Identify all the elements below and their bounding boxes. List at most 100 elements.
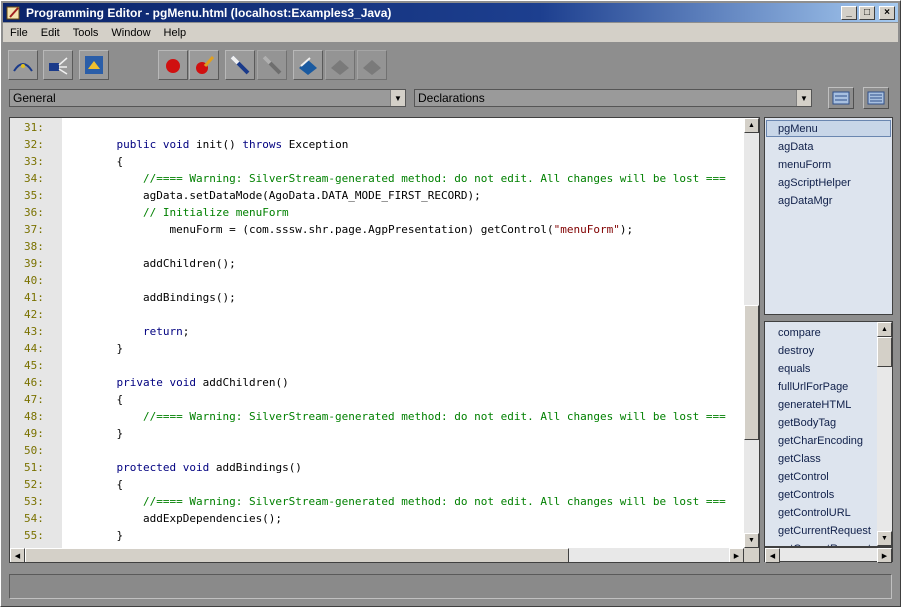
code-line[interactable]: 40: bbox=[10, 272, 744, 289]
code-text: agData.setDataMode(AgoData.DATA_MODE_FIR… bbox=[90, 187, 481, 204]
method-item[interactable]: fullUrlForPage bbox=[778, 378, 848, 396]
method-item[interactable]: getCurrentRequest bbox=[778, 522, 871, 540]
methods-horizontal-scrollbar[interactable]: ◀ ▶ bbox=[764, 547, 893, 563]
title-bar[interactable]: Programming Editor - pgMenu.html (localh… bbox=[3, 3, 898, 22]
code-line[interactable]: 48: //==== Warning: SilverStream-generat… bbox=[10, 408, 744, 425]
code-line[interactable]: 49: } bbox=[10, 425, 744, 442]
comment-token: //==== Warning: SilverStream-generated m… bbox=[142, 410, 726, 423]
object-item[interactable]: menuForm bbox=[778, 156, 831, 174]
code-line[interactable]: 54: addExpDependencies(); bbox=[10, 510, 744, 527]
code-line[interactable]: 55: } bbox=[10, 527, 744, 544]
object-item[interactable]: agScriptHelper bbox=[778, 174, 851, 192]
method-item[interactable]: getCurrentRequest bbox=[778, 540, 871, 546]
code-line[interactable]: 52: { bbox=[10, 476, 744, 493]
line-number: 53: bbox=[24, 495, 44, 508]
scroll-right-icon[interactable]: ▶ bbox=[877, 548, 892, 563]
menu-help[interactable]: Help bbox=[157, 27, 193, 39]
code-line[interactable]: 39: addChildren(); bbox=[10, 255, 744, 272]
code-line[interactable]: 43: return; bbox=[10, 323, 744, 340]
horizontal-scroll-thumb[interactable] bbox=[25, 548, 569, 562]
scroll-left-icon[interactable]: ◀ bbox=[765, 548, 780, 563]
bookmark-button[interactable] bbox=[293, 50, 323, 80]
code-line[interactable]: 50: bbox=[10, 442, 744, 459]
code-editor[interactable]: 31: 32: public void init() throws Excepti… bbox=[9, 117, 760, 563]
chevron-down-icon[interactable]: ▼ bbox=[390, 90, 405, 106]
code-line[interactable]: 35: agData.setDataMode(AgoData.DATA_MODE… bbox=[10, 187, 744, 204]
close-button[interactable]: × bbox=[879, 5, 895, 20]
scroll-up-icon[interactable]: ▲ bbox=[744, 118, 759, 133]
method-item[interactable]: getBodyTag bbox=[778, 414, 836, 432]
code-token: addChildren() bbox=[195, 376, 289, 389]
deploy-button[interactable] bbox=[79, 50, 109, 80]
object-selector[interactable]: General ▼ bbox=[9, 89, 406, 107]
code-line[interactable]: 33: { bbox=[10, 153, 744, 170]
line-number: 43: bbox=[24, 325, 44, 338]
menu-file[interactable]: File bbox=[3, 27, 34, 39]
full-module-view-button[interactable] bbox=[863, 87, 889, 109]
editor-horizontal-scrollbar[interactable]: ◀ ▶ bbox=[10, 548, 744, 562]
menu-edit[interactable]: Edit bbox=[34, 27, 66, 39]
code-line[interactable]: 51: protected void addBindings() bbox=[10, 459, 744, 476]
method-item[interactable]: getCharEncoding bbox=[778, 432, 863, 450]
next-bookmark-button[interactable] bbox=[357, 50, 387, 80]
minimize-button[interactable]: _ bbox=[841, 5, 857, 20]
code-line[interactable]: 32: public void init() throws Exception bbox=[10, 136, 744, 153]
method-item[interactable]: getControlURL bbox=[778, 504, 851, 522]
clear-breakpoint-button[interactable] bbox=[189, 50, 219, 80]
code-token: { bbox=[90, 155, 124, 168]
vertical-scroll-thumb[interactable] bbox=[744, 305, 759, 440]
code-line[interactable]: 36: // Initialize menuForm bbox=[10, 204, 744, 221]
method-item[interactable]: getControl bbox=[778, 468, 829, 486]
scroll-down-icon[interactable]: ▼ bbox=[877, 531, 892, 546]
prev-bookmark-icon bbox=[331, 60, 349, 75]
breakpoint-button[interactable] bbox=[158, 50, 188, 80]
code-line[interactable]: 31: bbox=[10, 119, 744, 136]
scroll-left-icon[interactable]: ◀ bbox=[10, 548, 25, 562]
code-line[interactable]: 53: //==== Warning: SilverStream-generat… bbox=[10, 493, 744, 510]
code-line[interactable]: 46: private void addChildren() bbox=[10, 374, 744, 391]
code-area[interactable]: 31: 32: public void init() throws Excepti… bbox=[10, 118, 744, 548]
method-item[interactable]: destroy bbox=[778, 342, 814, 360]
code-token: } bbox=[90, 342, 124, 355]
code-line[interactable]: 41: addBindings(); bbox=[10, 289, 744, 306]
step-over-button[interactable] bbox=[257, 50, 287, 80]
prev-bookmark-button[interactable] bbox=[325, 50, 355, 80]
object-item[interactable]: agDataMgr bbox=[778, 192, 832, 210]
line-number: 37: bbox=[24, 223, 44, 236]
app-icon bbox=[6, 6, 20, 19]
maximize-button[interactable]: □ bbox=[859, 5, 875, 20]
method-item[interactable]: getClass bbox=[778, 450, 821, 468]
menu-window[interactable]: Window bbox=[104, 27, 156, 39]
editor-vertical-scrollbar[interactable]: ▲ ▼ bbox=[744, 118, 759, 548]
code-line[interactable]: 45: bbox=[10, 357, 744, 374]
code-line[interactable]: 34: //==== Warning: SilverStream-generat… bbox=[10, 170, 744, 187]
scroll-right-icon[interactable]: ▶ bbox=[729, 548, 744, 562]
method-item[interactable]: getControls bbox=[778, 486, 834, 504]
scroll-down-icon[interactable]: ▼ bbox=[744, 533, 759, 548]
code-line[interactable]: 37: menuForm = (com.sssw.shr.page.AgpPre… bbox=[10, 221, 744, 238]
procedure-view-button[interactable] bbox=[828, 87, 854, 109]
procedure-selector[interactable]: Declarations ▼ bbox=[414, 89, 812, 107]
method-item[interactable]: generateHTML bbox=[778, 396, 851, 414]
bookmark-icon bbox=[299, 57, 317, 75]
chevron-down-icon[interactable]: ▼ bbox=[796, 90, 811, 106]
methods-scroll-thumb[interactable] bbox=[877, 337, 892, 367]
debug-button[interactable] bbox=[43, 50, 73, 80]
scroll-up-icon[interactable]: ▲ bbox=[877, 322, 892, 337]
method-item[interactable]: compare bbox=[778, 324, 821, 342]
compile-button[interactable] bbox=[8, 50, 38, 80]
code-line[interactable]: 42: bbox=[10, 306, 744, 323]
object-item[interactable]: pgMenu bbox=[778, 120, 818, 138]
code-line[interactable]: 44: } bbox=[10, 340, 744, 357]
code-line[interactable]: 47: { bbox=[10, 391, 744, 408]
code-text: private void addChildren() bbox=[90, 374, 289, 391]
menu-tools[interactable]: Tools bbox=[66, 27, 105, 39]
methods-vertical-scrollbar[interactable]: ▲ ▼ bbox=[877, 322, 892, 546]
code-text: { bbox=[90, 153, 123, 170]
object-item[interactable]: agData bbox=[778, 138, 813, 156]
step-into-button[interactable] bbox=[225, 50, 255, 80]
code-token: { bbox=[90, 393, 124, 406]
code-line[interactable]: 38: bbox=[10, 238, 744, 255]
method-item[interactable]: equals bbox=[778, 360, 810, 378]
